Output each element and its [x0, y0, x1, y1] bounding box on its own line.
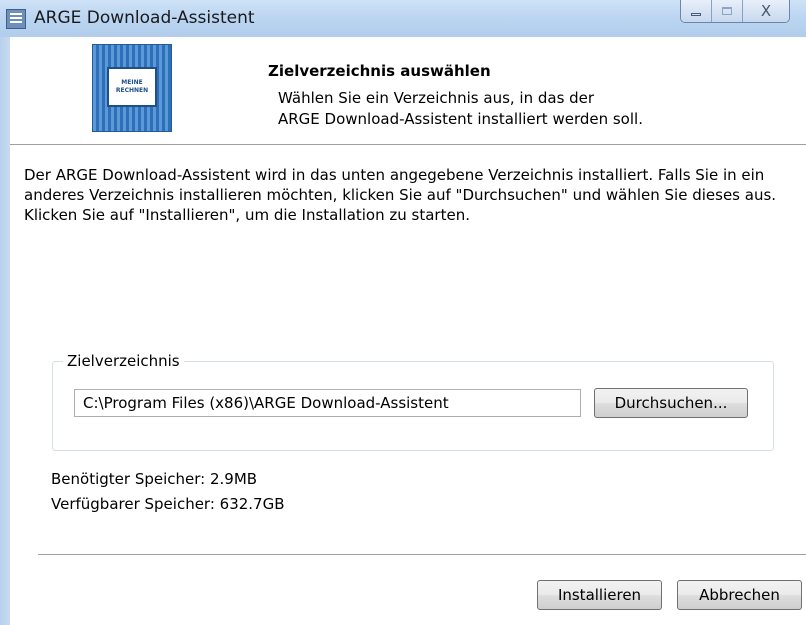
- close-button[interactable]: X: [743, 0, 789, 22]
- page-subtitle: Wählen Sie ein Verzeichnis aus, in das d…: [278, 88, 643, 130]
- space-available-text: Verfügbarer Speicher: 632.7GB: [51, 495, 285, 513]
- maximize-icon: [722, 7, 732, 15]
- page-title: Zielverzeichnis auswählen: [268, 62, 491, 80]
- window-title: ARGE Download-Assistent: [34, 8, 255, 28]
- cancel-button[interactable]: Abbrechen: [677, 580, 802, 610]
- title-bar[interactable]: ARGE Download-Assistent X: [0, 0, 806, 38]
- wizard-content: Der ARGE Download-Assistent wird in das …: [10, 145, 806, 625]
- maximize-button[interactable]: [712, 0, 743, 22]
- intro-text: Der ARGE Download-Assistent wird in das …: [24, 166, 777, 224]
- page-subtitle-line2: ARGE Download-Assistent installiert werd…: [278, 110, 643, 128]
- minimize-button[interactable]: [681, 0, 712, 22]
- logo-text-line2: RECHNEN: [115, 87, 149, 94]
- page-subtitle-line1: Wählen Sie ein Verzeichnis aus, in das d…: [278, 89, 595, 107]
- caption-buttons: X: [680, 0, 790, 23]
- close-icon: X: [760, 2, 772, 20]
- minimize-icon: [691, 12, 701, 16]
- install-button[interactable]: Installieren: [537, 580, 662, 610]
- destination-path-input[interactable]: [74, 389, 581, 417]
- browse-button[interactable]: Durchsuchen...: [594, 388, 748, 418]
- logo-text-line1: MEINE: [121, 79, 143, 86]
- wizard-header: MEINE RECHNEN Zielverzeichnis auswählen …: [10, 37, 806, 145]
- destination-group-label: Zielverzeichnis: [63, 352, 184, 370]
- app-logo: MEINE RECHNEN: [92, 44, 172, 132]
- window-frame-left: [0, 37, 10, 625]
- app-icon[interactable]: [6, 9, 26, 29]
- logo-label: MEINE RECHNEN: [107, 67, 157, 107]
- space-required-text: Benötigter Speicher: 2.9MB: [51, 470, 258, 488]
- footer-divider: [38, 554, 806, 556]
